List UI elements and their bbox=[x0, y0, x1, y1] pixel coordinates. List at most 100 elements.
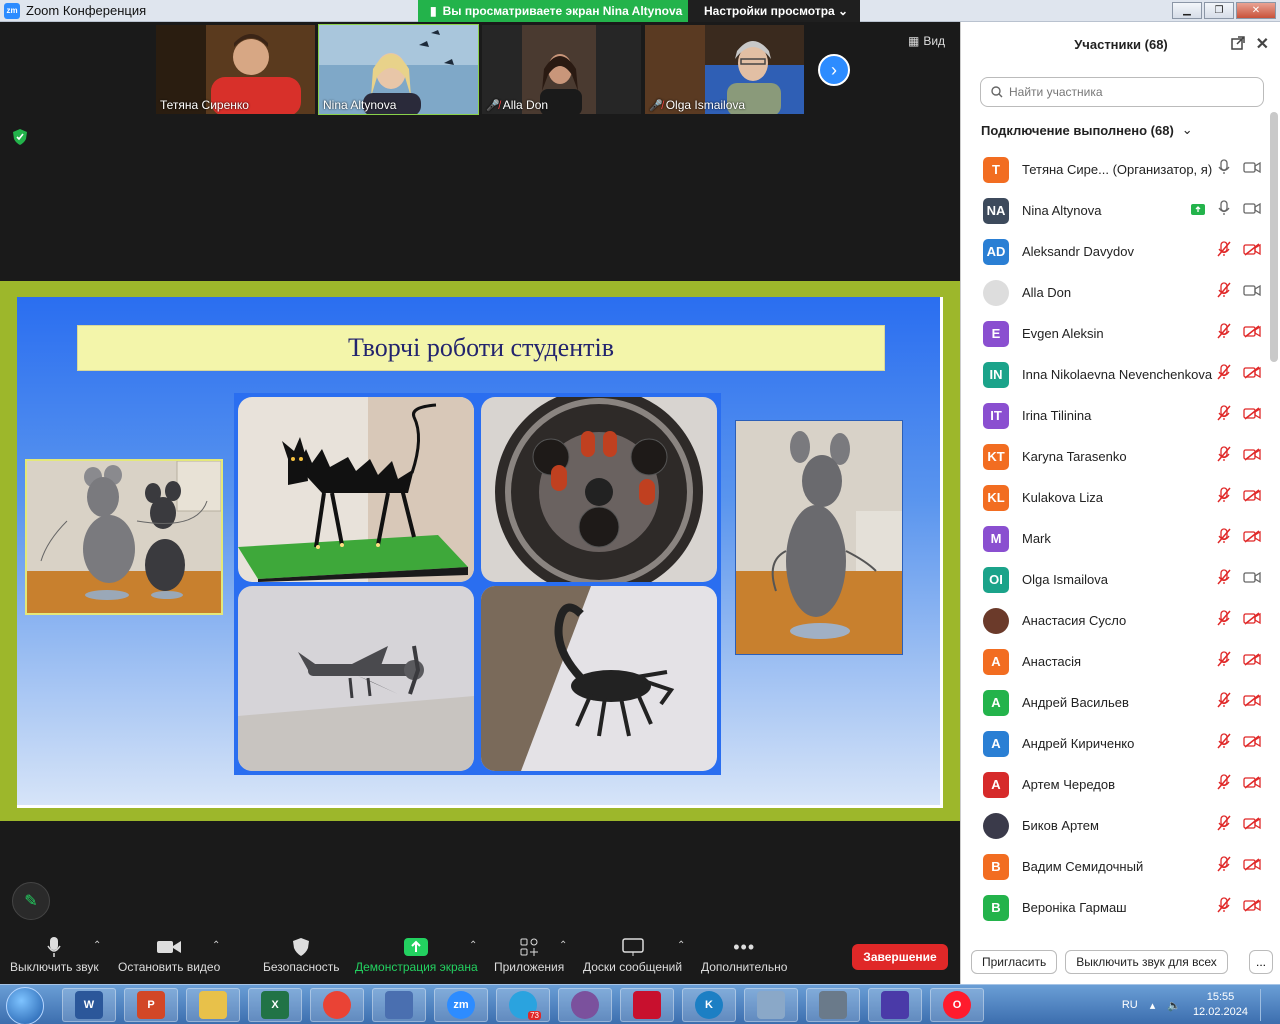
whiteboards-button[interactable]: Доски сообщений bbox=[583, 934, 682, 974]
participant-row[interactable]: KL Kulakova Liza bbox=[961, 477, 1271, 518]
participant-row[interactable]: Анастасия Сусло bbox=[961, 600, 1271, 641]
share-options-caret[interactable]: ⌃ bbox=[469, 940, 477, 951]
video-muted-icon[interactable] bbox=[1243, 898, 1261, 917]
pop-out-icon[interactable] bbox=[1231, 36, 1245, 50]
video-muted-icon[interactable] bbox=[1243, 652, 1261, 671]
taskbar-app[interactable]: X bbox=[248, 988, 302, 1022]
participant-search-input[interactable]: Найти участника bbox=[980, 77, 1264, 107]
participant-list-scrollbar[interactable] bbox=[1270, 112, 1278, 362]
mic-muted-icon[interactable] bbox=[1217, 815, 1231, 836]
video-muted-icon[interactable] bbox=[1243, 365, 1261, 384]
taskbar-app[interactable]: W bbox=[62, 988, 116, 1022]
video-muted-icon[interactable] bbox=[1243, 447, 1261, 466]
apps-button[interactable]: Приложения bbox=[494, 934, 564, 974]
video-camera-icon[interactable] bbox=[1243, 571, 1261, 589]
mic-muted-icon[interactable] bbox=[1217, 364, 1231, 385]
volume-icon[interactable]: 🔈 bbox=[1167, 999, 1181, 1012]
participant-row[interactable]: Alla Don bbox=[961, 272, 1271, 313]
mic-muted-icon[interactable] bbox=[1217, 405, 1231, 426]
participant-row[interactable]: IN Inna Nikolaevna Nevenchenkova bbox=[961, 354, 1271, 395]
annotate-pencil-button[interactable]: ✎ bbox=[12, 882, 50, 920]
video-muted-icon[interactable] bbox=[1243, 611, 1261, 630]
video-thumbnail[interactable]: Nina Altynova bbox=[318, 24, 479, 115]
participant-row[interactable]: NA Nina Altynova bbox=[961, 190, 1271, 231]
participant-row[interactable]: А Артем Чередов bbox=[961, 764, 1271, 805]
close-panel-icon[interactable]: ✕ bbox=[1256, 34, 1269, 54]
share-screen-button[interactable]: Демонстрация экрана bbox=[355, 934, 478, 974]
video-muted-icon[interactable] bbox=[1243, 406, 1261, 425]
video-muted-icon[interactable] bbox=[1243, 324, 1261, 343]
mic-muted-icon[interactable] bbox=[1217, 323, 1231, 344]
taskbar-app[interactable] bbox=[186, 988, 240, 1022]
view-options-dropdown[interactable]: Настройки просмотра ⌄ bbox=[688, 0, 860, 22]
video-thumbnail[interactable]: Тетяна Сиренко bbox=[155, 24, 316, 115]
video-muted-icon[interactable] bbox=[1243, 488, 1261, 507]
video-muted-icon[interactable] bbox=[1243, 734, 1261, 753]
mic-muted-icon[interactable] bbox=[1217, 487, 1231, 508]
mic-muted-icon[interactable] bbox=[1217, 774, 1231, 795]
video-camera-icon[interactable] bbox=[1243, 202, 1261, 220]
mic-muted-icon[interactable] bbox=[1217, 651, 1231, 672]
audio-options-caret[interactable]: ⌃ bbox=[93, 940, 101, 951]
mic-muted-icon[interactable] bbox=[1217, 528, 1231, 549]
video-camera-icon[interactable] bbox=[1243, 284, 1261, 302]
mic-muted-icon[interactable] bbox=[1217, 692, 1231, 713]
participant-row[interactable]: А Андрей Васильев bbox=[961, 682, 1271, 723]
video-muted-icon[interactable] bbox=[1243, 242, 1261, 261]
clock[interactable]: 15:55 12.02.2024 bbox=[1193, 990, 1248, 1020]
taskbar-app[interactable]: zm bbox=[434, 988, 488, 1022]
mic-muted-icon[interactable] bbox=[1217, 733, 1231, 754]
mute-all-button[interactable]: Выключить звук для всех bbox=[1065, 950, 1228, 974]
encryption-shield-icon[interactable] bbox=[12, 128, 28, 146]
taskbar-app[interactable]: P bbox=[124, 988, 178, 1022]
video-options-caret[interactable]: ⌃ bbox=[212, 940, 220, 951]
video-camera-icon[interactable] bbox=[1243, 161, 1261, 179]
video-muted-icon[interactable] bbox=[1243, 857, 1261, 876]
video-muted-icon[interactable] bbox=[1243, 775, 1261, 794]
participant-row[interactable]: В Вадим Семидочный bbox=[961, 846, 1271, 887]
mic-muted-icon[interactable] bbox=[1217, 446, 1231, 467]
mic-muted-icon[interactable] bbox=[1217, 897, 1231, 918]
microphone-icon[interactable] bbox=[1217, 159, 1231, 180]
participant-row[interactable]: Т Тетяна Сире... (Организатор, я) bbox=[961, 149, 1271, 190]
microphone-icon[interactable] bbox=[1217, 200, 1231, 221]
taskbar-app[interactable] bbox=[310, 988, 364, 1022]
taskbar-app[interactable] bbox=[620, 988, 674, 1022]
taskbar-app[interactable] bbox=[558, 988, 612, 1022]
mic-muted-icon[interactable] bbox=[1217, 241, 1231, 262]
next-page-button[interactable]: › bbox=[818, 54, 850, 86]
apps-options-caret[interactable]: ⌃ bbox=[559, 940, 567, 951]
taskbar-app[interactable] bbox=[806, 988, 860, 1022]
video-muted-icon[interactable] bbox=[1243, 529, 1261, 548]
show-desktop-button[interactable] bbox=[1260, 989, 1270, 1021]
boards-options-caret[interactable]: ⌃ bbox=[677, 940, 685, 951]
more-button[interactable]: ••• Дополнительно bbox=[701, 934, 787, 975]
view-button[interactable]: ▦ Вид bbox=[908, 34, 945, 48]
taskbar-app[interactable] bbox=[372, 988, 426, 1022]
panel-more-button[interactable]: ... bbox=[1249, 950, 1273, 974]
participant-row[interactable]: А Андрей Кириченко bbox=[961, 723, 1271, 764]
mic-muted-icon[interactable] bbox=[1217, 856, 1231, 877]
invite-button[interactable]: Пригласить bbox=[971, 950, 1058, 974]
minimize-button[interactable]: ▁ bbox=[1172, 2, 1202, 19]
language-indicator[interactable]: RU bbox=[1122, 999, 1138, 1011]
start-button[interactable] bbox=[6, 987, 44, 1024]
participant-row[interactable]: В Вероніка Гармаш bbox=[961, 887, 1271, 928]
stop-video-button[interactable]: Остановить видео bbox=[118, 934, 220, 974]
security-button[interactable]: Безопасность bbox=[263, 934, 340, 974]
video-thumbnail[interactable]: 🎤̸ Alla Don bbox=[481, 24, 642, 115]
video-muted-icon[interactable] bbox=[1243, 816, 1261, 835]
participant-row[interactable]: AD Aleksandr Davydov bbox=[961, 231, 1271, 272]
taskbar-app[interactable] bbox=[868, 988, 922, 1022]
mute-button[interactable]: Выключить звук bbox=[10, 934, 99, 974]
participant-row[interactable]: OI Olga Ismailova bbox=[961, 559, 1271, 600]
connected-section-header[interactable]: Подключение выполнено (68) ⌄ bbox=[981, 122, 1193, 138]
taskbar-app[interactable]: O bbox=[930, 988, 984, 1022]
participant-row[interactable]: KT Karyna Tarasenko bbox=[961, 436, 1271, 477]
taskbar-app[interactable] bbox=[744, 988, 798, 1022]
participant-row[interactable]: Биков Артем bbox=[961, 805, 1271, 846]
participant-row[interactable]: E Evgen Aleksin bbox=[961, 313, 1271, 354]
participant-row[interactable]: M Mark bbox=[961, 518, 1271, 559]
restore-button[interactable]: ❐ bbox=[1204, 2, 1234, 19]
participant-row[interactable]: IT Irina Tilinina bbox=[961, 395, 1271, 436]
